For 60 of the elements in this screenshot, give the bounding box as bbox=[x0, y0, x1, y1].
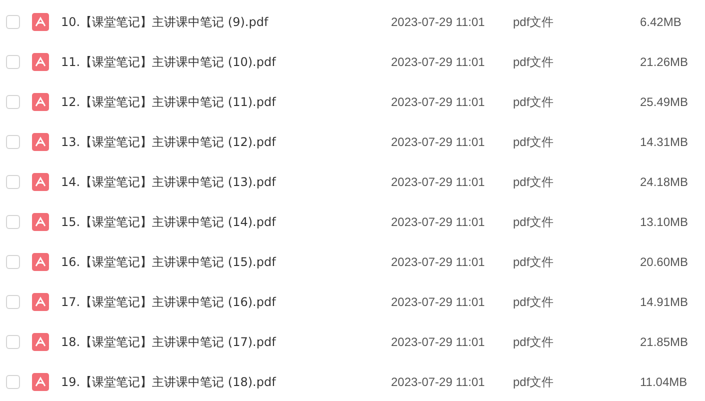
file-date: 2023-07-29 11:01 bbox=[391, 255, 486, 269]
pdf-file-icon bbox=[32, 13, 49, 31]
file-name[interactable]: 13.【课堂笔记】主讲课中笔记 (12).pdf bbox=[61, 134, 391, 150]
file-type: pdf文件 bbox=[513, 294, 555, 310]
file-date: 2023-07-29 11:01 bbox=[391, 135, 486, 149]
file-type: pdf文件 bbox=[513, 94, 555, 110]
checkbox[interactable] bbox=[6, 135, 20, 149]
pdf-file-icon bbox=[32, 213, 49, 231]
file-name[interactable]: 15.【课堂笔记】主讲课中笔记 (14).pdf bbox=[61, 214, 391, 230]
pdf-file-icon bbox=[32, 253, 49, 271]
file-type: pdf文件 bbox=[513, 254, 555, 270]
file-type: pdf文件 bbox=[513, 14, 555, 30]
file-date: 2023-07-29 11:01 bbox=[391, 335, 486, 349]
checkbox[interactable] bbox=[6, 15, 20, 29]
file-size: 21.26MB bbox=[640, 55, 690, 69]
file-name[interactable]: 14.【课堂笔记】主讲课中笔记 (13).pdf bbox=[61, 174, 391, 190]
file-date: 2023-07-29 11:01 bbox=[391, 175, 486, 189]
file-size: 11.04MB bbox=[640, 375, 688, 389]
file-size: 14.91MB bbox=[640, 295, 690, 309]
file-name[interactable]: 10.【课堂笔记】主讲课中笔记 (9).pdf bbox=[61, 14, 391, 30]
checkbox[interactable] bbox=[6, 55, 20, 69]
file-date: 2023-07-29 11:01 bbox=[391, 375, 486, 389]
file-date: 2023-07-29 11:01 bbox=[391, 295, 486, 309]
checkbox[interactable] bbox=[6, 295, 20, 309]
pdf-file-icon bbox=[32, 173, 49, 191]
file-name[interactable]: 18.【课堂笔记】主讲课中笔记 (17).pdf bbox=[61, 334, 391, 350]
checkbox[interactable] bbox=[6, 215, 20, 229]
checkbox[interactable] bbox=[6, 375, 20, 389]
file-date: 2023-07-29 11:01 bbox=[391, 215, 486, 229]
file-size: 13.10MB bbox=[640, 215, 690, 229]
pdf-file-icon bbox=[32, 373, 49, 391]
file-size: 25.49MB bbox=[640, 95, 690, 109]
pdf-file-icon bbox=[32, 53, 49, 71]
file-name[interactable]: 12.【课堂笔记】主讲课中笔记 (11).pdf bbox=[61, 94, 391, 110]
checkbox[interactable] bbox=[6, 255, 20, 269]
checkbox[interactable] bbox=[6, 335, 20, 349]
file-name[interactable]: 11.【课堂笔记】主讲课中笔记 (10).pdf bbox=[61, 54, 391, 70]
file-size: 14.31MB bbox=[640, 135, 690, 149]
file-type: pdf文件 bbox=[513, 334, 555, 350]
file-size: 21.85MB bbox=[640, 335, 690, 349]
file-type: pdf文件 bbox=[513, 214, 555, 230]
file-name[interactable]: 17.【课堂笔记】主讲课中笔记 (16).pdf bbox=[61, 294, 391, 310]
pdf-file-icon bbox=[32, 293, 49, 311]
file-date: 2023-07-29 11:01 bbox=[391, 95, 486, 109]
pdf-file-icon bbox=[32, 333, 49, 351]
file-date: 2023-07-29 11:01 bbox=[391, 15, 486, 29]
file-size: 6.42MB bbox=[640, 15, 682, 29]
file-size: 20.60MB bbox=[640, 255, 690, 269]
pdf-file-icon bbox=[32, 93, 49, 111]
file-type: pdf文件 bbox=[513, 134, 555, 150]
file-type: pdf文件 bbox=[513, 374, 555, 390]
file-size: 24.18MB bbox=[640, 175, 690, 189]
checkbox[interactable] bbox=[6, 95, 20, 109]
file-date: 2023-07-29 11:01 bbox=[391, 55, 486, 69]
file-name[interactable]: 16.【课堂笔记】主讲课中笔记 (15).pdf bbox=[61, 254, 391, 270]
checkbox[interactable] bbox=[6, 175, 20, 189]
pdf-file-icon bbox=[32, 133, 49, 151]
file-name[interactable]: 19.【课堂笔记】主讲课中笔记 (18).pdf bbox=[61, 374, 391, 390]
file-type: pdf文件 bbox=[513, 174, 555, 190]
file-type: pdf文件 bbox=[513, 54, 555, 70]
